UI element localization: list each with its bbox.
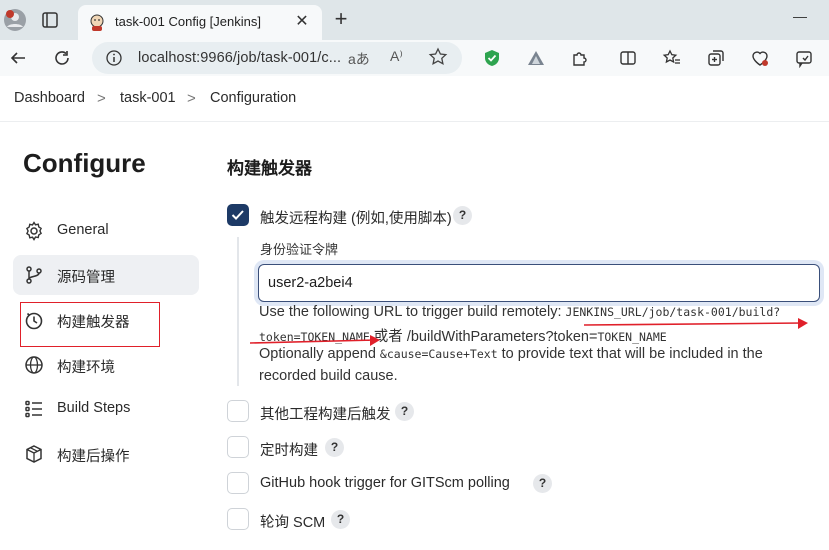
tab-title: task-001 Config [Jenkins] xyxy=(115,14,261,29)
breadcrumb-separator: > xyxy=(97,90,106,107)
sidebar-item-scm[interactable]: 源码管理 xyxy=(13,255,199,295)
list-icon xyxy=(24,399,44,419)
translate-icon[interactable]: aあ xyxy=(348,49,370,69)
section-title: 构建触发器 xyxy=(227,159,312,178)
address-bar[interactable]: localhost:9966/job/task-001/c... aあ A⁾ xyxy=(92,42,462,74)
help-icon[interactable]: ? xyxy=(533,474,552,493)
favorite-star-icon[interactable] xyxy=(428,47,448,67)
new-tab-icon[interactable]: + xyxy=(330,8,352,31)
split-screen-icon[interactable] xyxy=(616,46,640,70)
token-field-label: 身份验证令牌 xyxy=(260,242,339,257)
breadcrumb-dashboard[interactable]: Dashboard xyxy=(14,90,85,106)
globe-icon xyxy=(24,355,44,375)
nested-indent-line xyxy=(237,237,239,386)
read-aloud-icon[interactable]: A⁾ xyxy=(390,48,403,65)
site-info-icon[interactable] xyxy=(106,50,122,66)
build-periodically-checkbox[interactable] xyxy=(227,436,249,458)
breadcrumb-task[interactable]: task-001 xyxy=(120,90,176,106)
sidebar-item-label: 构建环境 xyxy=(57,360,115,376)
annotation-arrow xyxy=(250,335,380,346)
help-icon[interactable]: ? xyxy=(325,438,344,457)
tab-actions-icon[interactable] xyxy=(38,8,62,32)
shield-extension-icon[interactable] xyxy=(480,46,504,70)
poll-scm-checkbox[interactable] xyxy=(227,508,249,530)
page-title: Configure xyxy=(23,148,146,178)
back-arrow-icon[interactable] xyxy=(6,46,30,70)
build-after-other-projects-label[interactable]: 其他工程构建后触发 xyxy=(260,403,391,424)
checkmark-icon xyxy=(231,210,244,220)
minimize-window-icon[interactable]: — xyxy=(793,8,807,24)
help-icon[interactable]: ? xyxy=(395,402,414,421)
breadcrumb: Dashboard > task-001 > Configuration xyxy=(0,76,829,122)
browser-toolbar: localhost:9966/job/task-001/c... aあ A⁾ xyxy=(0,40,829,76)
close-tab-icon[interactable]: ✕ xyxy=(292,12,312,32)
github-hook-trigger-checkbox[interactable] xyxy=(227,472,249,494)
favorites-icon[interactable] xyxy=(660,46,684,70)
sidebar-item-label: 源码管理 xyxy=(57,270,115,286)
gear-icon xyxy=(24,221,44,241)
build-after-other-projects-checkbox[interactable] xyxy=(227,400,249,422)
breadcrumb-separator: > xyxy=(187,90,196,107)
active-browser-tab[interactable]: task-001 Config [Jenkins] ✕ xyxy=(78,5,322,40)
branch-icon xyxy=(24,265,44,285)
triangle-extension-icon[interactable] xyxy=(524,46,548,70)
url-text[interactable]: localhost:9966/job/task-001/c... xyxy=(138,50,341,66)
build-periodically-label[interactable]: 定时构建 xyxy=(260,439,318,460)
remote-trigger-checkbox[interactable] xyxy=(227,204,249,226)
sidebar-item-label: 构建后操作 xyxy=(57,449,130,465)
remote-trigger-label[interactable]: 触发远程构建 (例如,使用脚本) xyxy=(260,207,452,228)
package-icon xyxy=(24,444,44,464)
cause-code: &cause=Cause+Text xyxy=(379,347,498,361)
sidebar-item-label: General xyxy=(57,222,109,238)
sidebar-item-label: Build Steps xyxy=(57,400,131,416)
cause-description-end: recorded build cause. xyxy=(259,368,398,384)
jenkins-favicon-icon xyxy=(88,13,106,31)
annotation-arrow xyxy=(584,318,808,329)
help-icon[interactable]: ? xyxy=(331,510,350,529)
sidebar-item-post-build[interactable]: 构建后操作 xyxy=(13,434,199,474)
token-name-code: TOKEN_NAME xyxy=(597,330,667,344)
sidebar-item-general[interactable]: General xyxy=(13,211,199,251)
collections-icon[interactable] xyxy=(704,46,728,70)
auth-token-input[interactable] xyxy=(258,264,820,302)
profile-avatar-icon[interactable] xyxy=(3,8,27,32)
breadcrumb-configuration: Configuration xyxy=(210,90,297,106)
refresh-icon[interactable] xyxy=(50,46,74,70)
feedback-icon[interactable] xyxy=(792,46,816,70)
poll-scm-label[interactable]: 轮询 SCM xyxy=(260,511,325,532)
highlight-box xyxy=(20,302,160,347)
browser-tab-bar: task-001 Config [Jenkins] ✕ + — xyxy=(0,0,829,40)
help-icon[interactable]: ? xyxy=(453,206,472,225)
sidebar-item-build-steps[interactable]: Build Steps xyxy=(13,389,199,429)
github-hook-trigger-label[interactable]: GitHub hook trigger for GITScm polling xyxy=(260,475,510,491)
extensions-puzzle-icon[interactable] xyxy=(568,46,592,70)
sidebar-item-build-environment[interactable]: 构建环境 xyxy=(13,345,199,385)
browser-essentials-icon[interactable] xyxy=(748,46,772,70)
cause-description: Optionally append &cause=Cause+Text to p… xyxy=(259,346,763,362)
